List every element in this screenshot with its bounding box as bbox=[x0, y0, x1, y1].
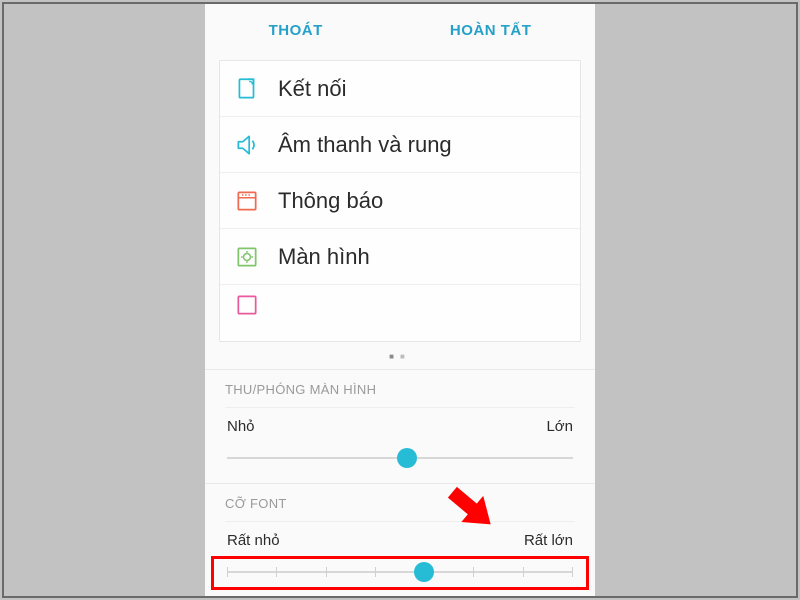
font-section: CỠ FONT Rất nhỏ Rất lớn bbox=[205, 483, 595, 583]
list-item[interactable]: Kết nối bbox=[220, 61, 580, 117]
list-item[interactable]: Âm thanh và rung bbox=[220, 117, 580, 173]
screenshot-frame: THOÁT HOÀN TẤT Kết nối Âm thanh và rung bbox=[2, 2, 798, 598]
page-indicator: ■■ bbox=[205, 352, 595, 361]
list-item-label: Thông báo bbox=[278, 188, 383, 214]
notifications-icon bbox=[234, 188, 260, 214]
phone-screen: THOÁT HOÀN TẤT Kết nối Âm thanh và rung bbox=[205, 4, 595, 596]
zoom-max-label: Lớn bbox=[546, 418, 573, 435]
wallpaper-icon bbox=[234, 292, 260, 318]
font-title: CỠ FONT bbox=[225, 496, 575, 522]
zoom-section: THU/PHÓNG MÀN HÌNH Nhỏ Lớn bbox=[205, 369, 595, 469]
zoom-slider[interactable] bbox=[227, 447, 573, 469]
zoom-title: THU/PHÓNG MÀN HÌNH bbox=[225, 382, 575, 408]
sound-icon bbox=[234, 132, 260, 158]
list-item-label: Màn hình bbox=[278, 244, 370, 270]
zoom-range-labels: Nhỏ Lớn bbox=[225, 418, 575, 435]
list-item[interactable]: Màn hình bbox=[220, 229, 580, 285]
cancel-button[interactable]: THOÁT bbox=[269, 22, 323, 39]
done-button[interactable]: HOÀN TẤT bbox=[450, 22, 532, 39]
font-thumb[interactable] bbox=[414, 562, 434, 582]
font-range-labels: Rất nhỏ Rất lớn bbox=[225, 532, 575, 549]
list-item-label: Kết nối bbox=[278, 76, 347, 102]
connections-icon bbox=[234, 76, 260, 102]
list-item[interactable]: Thông báo bbox=[220, 173, 580, 229]
font-max-label: Rất lớn bbox=[524, 532, 573, 549]
zoom-min-label: Nhỏ bbox=[227, 418, 255, 435]
settings-preview-card: Kết nối Âm thanh và rung Thông báo bbox=[219, 60, 581, 342]
list-item-label: Âm thanh và rung bbox=[278, 132, 452, 158]
display-icon bbox=[234, 244, 260, 270]
zoom-thumb[interactable] bbox=[397, 448, 417, 468]
top-bar: THOÁT HOÀN TẤT bbox=[205, 4, 595, 56]
list-item[interactable] bbox=[220, 285, 580, 325]
font-slider[interactable] bbox=[227, 561, 573, 583]
font-min-label: Rất nhỏ bbox=[227, 532, 280, 549]
